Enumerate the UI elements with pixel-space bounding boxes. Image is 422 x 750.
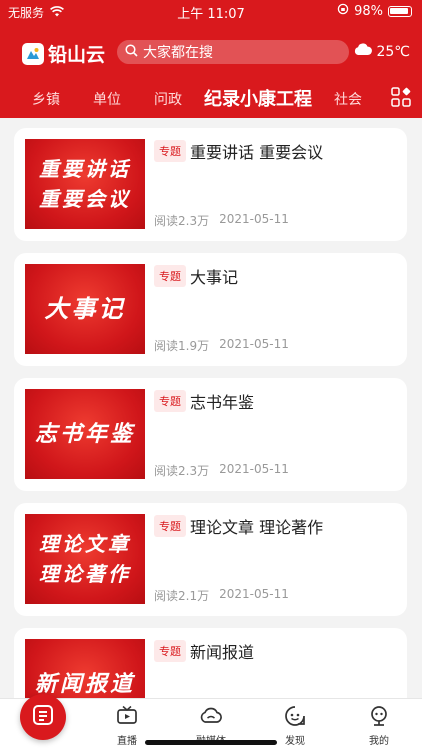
- article-thumbnail: 理论文章 理论著作: [25, 514, 145, 604]
- tab-xiaokang-project[interactable]: 纪录小康工程: [204, 85, 312, 111]
- article-title: 理论文章 理论著作: [190, 518, 324, 537]
- read-count: 阅读2.1万: [154, 589, 210, 603]
- article-thumbnail: 志书年鉴: [25, 389, 145, 479]
- weather-widget[interactable]: 25℃: [353, 43, 410, 60]
- article-card[interactable]: 新闻报道 专题 新闻报道: [14, 628, 407, 698]
- app-logo-icon: [22, 42, 44, 65]
- article-thumbnail: 重要讲话 重要会议: [25, 139, 145, 229]
- topic-tag: 专题: [154, 140, 186, 162]
- article-thumbnail: 新闻报道: [25, 639, 145, 698]
- article-card[interactable]: 重要讲话 重要会议 专题 重要讲话 重要会议 阅读2.3万 2021-05-11: [14, 128, 407, 241]
- thumbnail-text: 志书年鉴: [34, 421, 135, 447]
- cloud-weather-icon: [353, 43, 373, 60]
- tab-township[interactable]: 乡镇: [32, 89, 60, 109]
- article-title: 重要讲话 重要会议: [190, 143, 324, 162]
- nav-label: 我的: [369, 736, 389, 747]
- search-bar[interactable]: 大家都在搜: [117, 40, 349, 64]
- read-count: 阅读2.3万: [154, 464, 210, 478]
- channel-tabs: 乡镇 单位 问政 纪录小康工程 社会: [0, 82, 422, 112]
- publish-date: 2021-05-11: [219, 212, 289, 226]
- home-fab-button[interactable]: [20, 694, 66, 740]
- topic-tag: 专题: [154, 515, 186, 537]
- thumbnail-text: 新闻报道: [34, 671, 135, 697]
- thumbnail-text: 重要讲话: [39, 157, 131, 181]
- publish-date: 2021-05-11: [219, 587, 289, 601]
- home-indicator: [145, 740, 277, 745]
- publish-date: 2021-05-11: [219, 462, 289, 476]
- news-icon: [32, 704, 54, 730]
- tab-unit[interactable]: 单位: [93, 89, 121, 109]
- search-icon: [125, 43, 138, 61]
- top-bar: 铅山云 大家都在搜 25℃: [0, 38, 422, 68]
- publish-date: 2021-05-11: [219, 337, 289, 351]
- discover-icon: [284, 705, 306, 730]
- cloud-icon: [199, 705, 223, 730]
- article-thumbnail: 大事记: [25, 264, 145, 354]
- app-name: 铅山云: [48, 44, 106, 66]
- thumbnail-text: 理论文章: [39, 532, 131, 556]
- read-count: 阅读2.3万: [154, 214, 210, 228]
- thumbnail-text: 重要会议: [39, 187, 131, 211]
- article-title: 新闻报道: [190, 643, 255, 662]
- article-card[interactable]: 理论文章 理论著作 专题 理论文章 理论著作 阅读2.1万 2021-05-11: [14, 503, 407, 616]
- read-count: 阅读1.9万: [154, 339, 210, 353]
- nav-label: 直播: [117, 736, 137, 747]
- channel-grid-icon[interactable]: [391, 87, 411, 111]
- battery-icon: [388, 5, 412, 17]
- tab-inquiry[interactable]: 问政: [154, 89, 182, 109]
- article-title: 大事记: [190, 268, 239, 287]
- profile-icon: [368, 705, 390, 730]
- topic-tag: 专题: [154, 265, 186, 287]
- nav-label: 发现: [285, 736, 305, 747]
- tv-icon: [116, 705, 138, 730]
- orientation-lock-icon: [337, 3, 349, 19]
- status-bar: 无服务 上午 11:07 98%: [0, 0, 422, 24]
- thumbnail-text: 理论著作: [39, 562, 131, 586]
- temperature: 25℃: [376, 43, 410, 60]
- header: 无服务 上午 11:07 98% 铅山云 大家都在搜 25℃ 乡镇 单位 问政 …: [0, 0, 422, 118]
- app-logo[interactable]: 铅山云: [22, 40, 105, 67]
- tab-society[interactable]: 社会: [334, 89, 362, 109]
- article-list: 重要讲话 重要会议 专题 重要讲话 重要会议 阅读2.3万 2021-05-11 …: [0, 118, 422, 698]
- article-card[interactable]: 志书年鉴 专题 志书年鉴 阅读2.3万 2021-05-11: [14, 378, 407, 491]
- search-placeholder: 大家都在搜: [143, 45, 213, 61]
- thumbnail-text: 大事记: [44, 294, 126, 323]
- battery-percent: 98%: [354, 3, 383, 19]
- article-title: 志书年鉴: [190, 393, 255, 412]
- article-card[interactable]: 大事记 专题 大事记 阅读1.9万 2021-05-11: [14, 253, 407, 366]
- topic-tag: 专题: [154, 390, 186, 412]
- nav-profile[interactable]: 我的: [349, 705, 409, 747]
- topic-tag: 专题: [154, 640, 186, 662]
